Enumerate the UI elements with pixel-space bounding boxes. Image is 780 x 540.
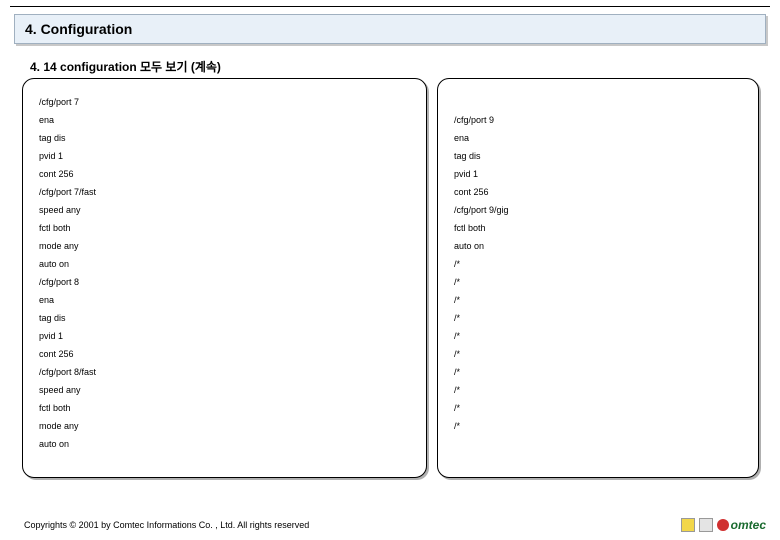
cfg-line: tag dis (39, 129, 410, 147)
cfg-line: pvid 1 (454, 165, 742, 183)
cfg-line: /* (454, 363, 742, 381)
cfg-line: /* (454, 417, 742, 435)
cfg-line: /* (454, 273, 742, 291)
cfg-line: /* (454, 345, 742, 363)
cfg-line: /cfg/port 9 (454, 111, 742, 129)
cfg-line: cont 256 (39, 165, 410, 183)
cfg-line: /* (454, 255, 742, 273)
brand-text: omtec (731, 518, 766, 532)
cfg-line: /* (454, 291, 742, 309)
cfg-line: ena (39, 291, 410, 309)
cert-badge-icon (681, 518, 695, 532)
top-rule (10, 6, 770, 7)
cfg-line: /cfg/port 9/gig (454, 201, 742, 219)
cfg-line: fctl both (39, 219, 410, 237)
logo-dot-icon (717, 519, 729, 531)
cfg-line: pvid 1 (39, 327, 410, 345)
cfg-line: /* (454, 399, 742, 417)
cfg-line: mode any (39, 417, 410, 435)
cfg-line: cont 256 (454, 183, 742, 201)
cfg-line: ena (39, 111, 410, 129)
cfg-line: auto on (454, 237, 742, 255)
cfg-line: cont 256 (39, 345, 410, 363)
cfg-line: fctl both (454, 219, 742, 237)
subsection-title: 4. 14 configuration 모두 보기 (계속) (30, 58, 221, 75)
cfg-line: pvid 1 (39, 147, 410, 165)
cfg-line: fctl both (39, 399, 410, 417)
cfg-line: /* (454, 309, 742, 327)
cfg-line: /* (454, 381, 742, 399)
cfg-line: /* (454, 327, 742, 345)
cfg-line: speed any (39, 381, 410, 399)
config-panel-right: /cfg/port 9 ena tag dis pvid 1 cont 256 … (437, 78, 759, 478)
cfg-line: speed any (39, 201, 410, 219)
cfg-line: mode any (39, 237, 410, 255)
cfg-line: tag dis (39, 309, 410, 327)
copyright-footer: Copyrights © 2001 by Comtec Informations… (24, 520, 309, 530)
cert-badge-icon (699, 518, 713, 532)
cfg-line: auto on (39, 255, 410, 273)
cfg-line: tag dis (454, 147, 742, 165)
brand-logo: omtec (681, 518, 766, 532)
section-header: 4. Configuration (14, 14, 766, 44)
cfg-line: /cfg/port 8 (39, 273, 410, 291)
cfg-line: /cfg/port 7 (39, 93, 410, 111)
config-panel-left: /cfg/port 7 ena tag dis pvid 1 cont 256 … (22, 78, 427, 478)
cfg-line: ena (454, 129, 742, 147)
cfg-line: auto on (39, 435, 410, 453)
cfg-line: /cfg/port 7/fast (39, 183, 410, 201)
section-title: 4. Configuration (25, 21, 132, 37)
cfg-line: /cfg/port 8/fast (39, 363, 410, 381)
